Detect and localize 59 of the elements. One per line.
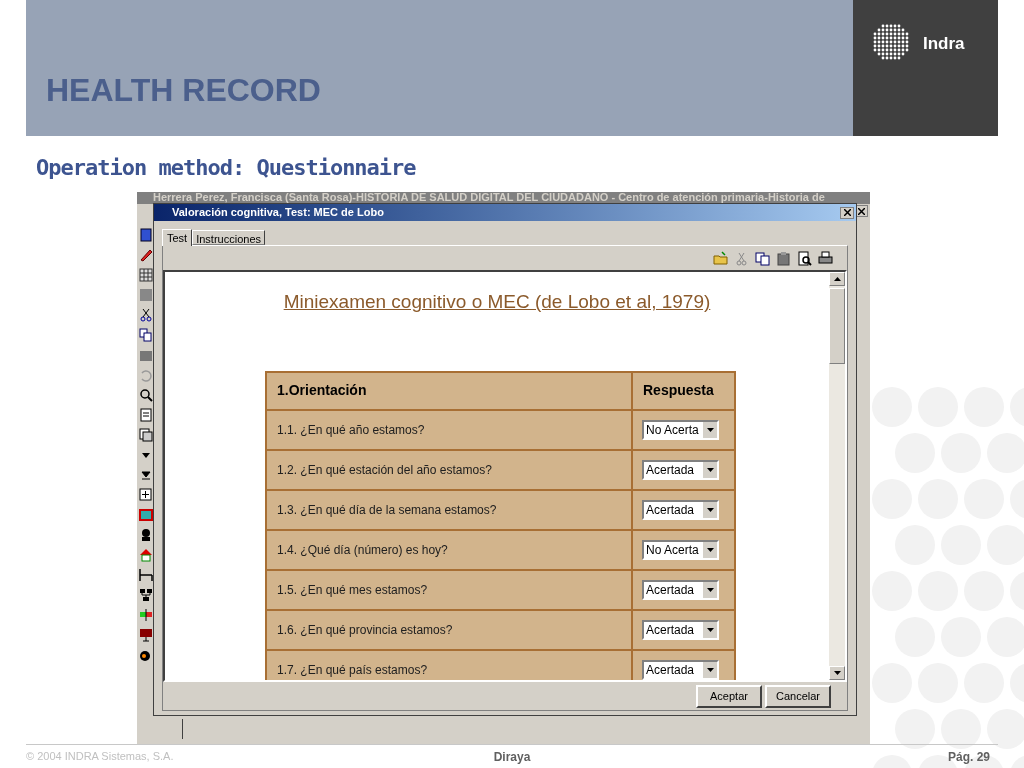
dialog-button[interactable]: Aceptar	[696, 684, 762, 708]
scroll-down-button[interactable]	[829, 666, 845, 680]
network-icon[interactable]	[138, 588, 153, 602]
question-cell: 1.3. ¿En qué día de la semana estamos?	[266, 489, 632, 530]
slide-title: HEALTH RECORD	[46, 74, 321, 106]
question-cell: 1.1. ¿En qué año estamos?	[266, 409, 632, 450]
up-arrow-icon	[833, 277, 841, 281]
expand-icon[interactable]	[138, 488, 153, 502]
scrollbar[interactable]	[829, 272, 845, 680]
scroll-thumb[interactable]	[829, 288, 845, 364]
page-number: Pág. 29	[946, 749, 991, 766]
document-icon[interactable]	[138, 228, 153, 242]
open-folder-icon[interactable]	[713, 250, 728, 266]
close-button[interactable]	[840, 206, 854, 219]
close-icon	[857, 207, 865, 215]
logo-text: Indra	[923, 33, 965, 55]
copy-icon[interactable]	[138, 328, 153, 342]
page-icon[interactable]	[138, 408, 153, 422]
grid-icon[interactable]	[138, 268, 153, 282]
flag-icon[interactable]	[138, 608, 153, 622]
calendar-icon[interactable]	[138, 508, 153, 522]
dialog-button[interactable]: Cancelar	[765, 684, 831, 708]
questionnaire-heading: Miniexamen cognitivo o MEC (de Lobo et al, 1979)	[283, 291, 711, 312]
question-cell: 1.2. ¿En qué estación del año estamos?	[266, 449, 632, 490]
bomb-icon[interactable]	[138, 648, 153, 662]
pencil-icon[interactable]	[138, 248, 153, 262]
tab[interactable]: Instrucciones	[192, 230, 265, 245]
question-cell: 1.6. ¿En qué provincia estamos?	[266, 609, 632, 650]
slide-subtitle: Operation method: Questionnaire	[36, 155, 416, 180]
column-header: 1.Orientación	[266, 371, 632, 410]
print-preview-icon[interactable]	[797, 250, 812, 266]
window-title: Herrera Perez, Francisca (Santa Rosa)-HISTORIA DE SALUD DIGITAL DEL CIUDADANO - Centro de atención primaria-Historia de	[153, 192, 825, 203]
cut-icon[interactable]	[138, 308, 153, 322]
pages-icon[interactable]	[138, 428, 153, 442]
dialog-title: Valoración cognitiva, Test: MEC de Lobo	[172, 205, 384, 221]
question-cell: 1.5. ¿En qué mes estamos?	[266, 569, 632, 610]
copyright-text: © 2004 INDRA Sistemas, S.A.	[26, 749, 175, 764]
printer-icon[interactable]	[818, 250, 833, 266]
paste-icon[interactable]	[776, 250, 791, 266]
question-cell: 1.7. ¿En qué país estamos?	[266, 649, 632, 680]
search-icon[interactable]	[138, 388, 153, 402]
answer-dropdown[interactable]: Acertada	[642, 579, 719, 600]
answer-dropdown[interactable]: No Acerta	[642, 419, 719, 440]
answer-dropdown[interactable]: No Acerta	[642, 539, 719, 560]
paste-icon[interactable]	[138, 348, 153, 362]
column-header: Respuesta	[632, 371, 735, 410]
down-arrow-icon	[833, 671, 841, 675]
house-icon[interactable]	[138, 548, 153, 562]
answer-dropdown[interactable]: Acertada	[642, 499, 719, 520]
answer-dropdown[interactable]: Acertada	[642, 459, 719, 480]
answer-dropdown[interactable]: Acertada	[642, 619, 719, 640]
question-cell: 1.4. ¿Qué día (número) es hoy?	[266, 529, 632, 570]
monitor-icon[interactable]	[138, 628, 153, 642]
footer-title: Diraya	[493, 749, 531, 766]
close-icon	[843, 209, 851, 216]
scroll-up-button[interactable]	[829, 272, 845, 286]
tab[interactable]: Test	[162, 229, 193, 246]
answer-dropdown[interactable]: Acertada	[642, 659, 719, 680]
copy-icon[interactable]	[755, 250, 770, 266]
